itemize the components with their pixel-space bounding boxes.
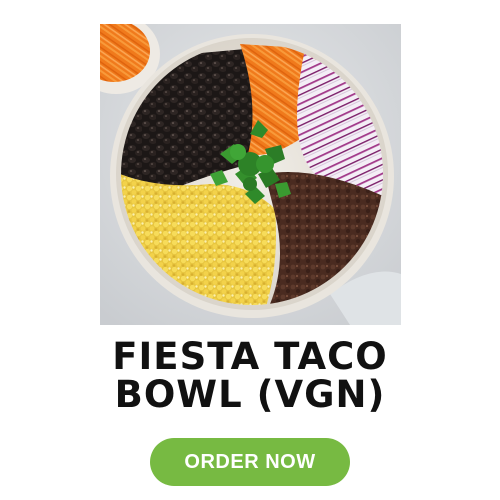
- product-card: FIESTA TACO BOWL (VGN) ORDER NOW: [0, 0, 500, 500]
- order-now-button[interactable]: ORDER NOW: [150, 438, 350, 486]
- product-photo[interactable]: [100, 24, 401, 325]
- product-title-line2: BOWL (VGN): [114, 373, 386, 416]
- taco-bowl-image: [100, 24, 401, 325]
- product-title-line1: FIESTA TACO: [112, 335, 388, 378]
- product-title: FIESTA TACO BOWL (VGN): [0, 338, 500, 414]
